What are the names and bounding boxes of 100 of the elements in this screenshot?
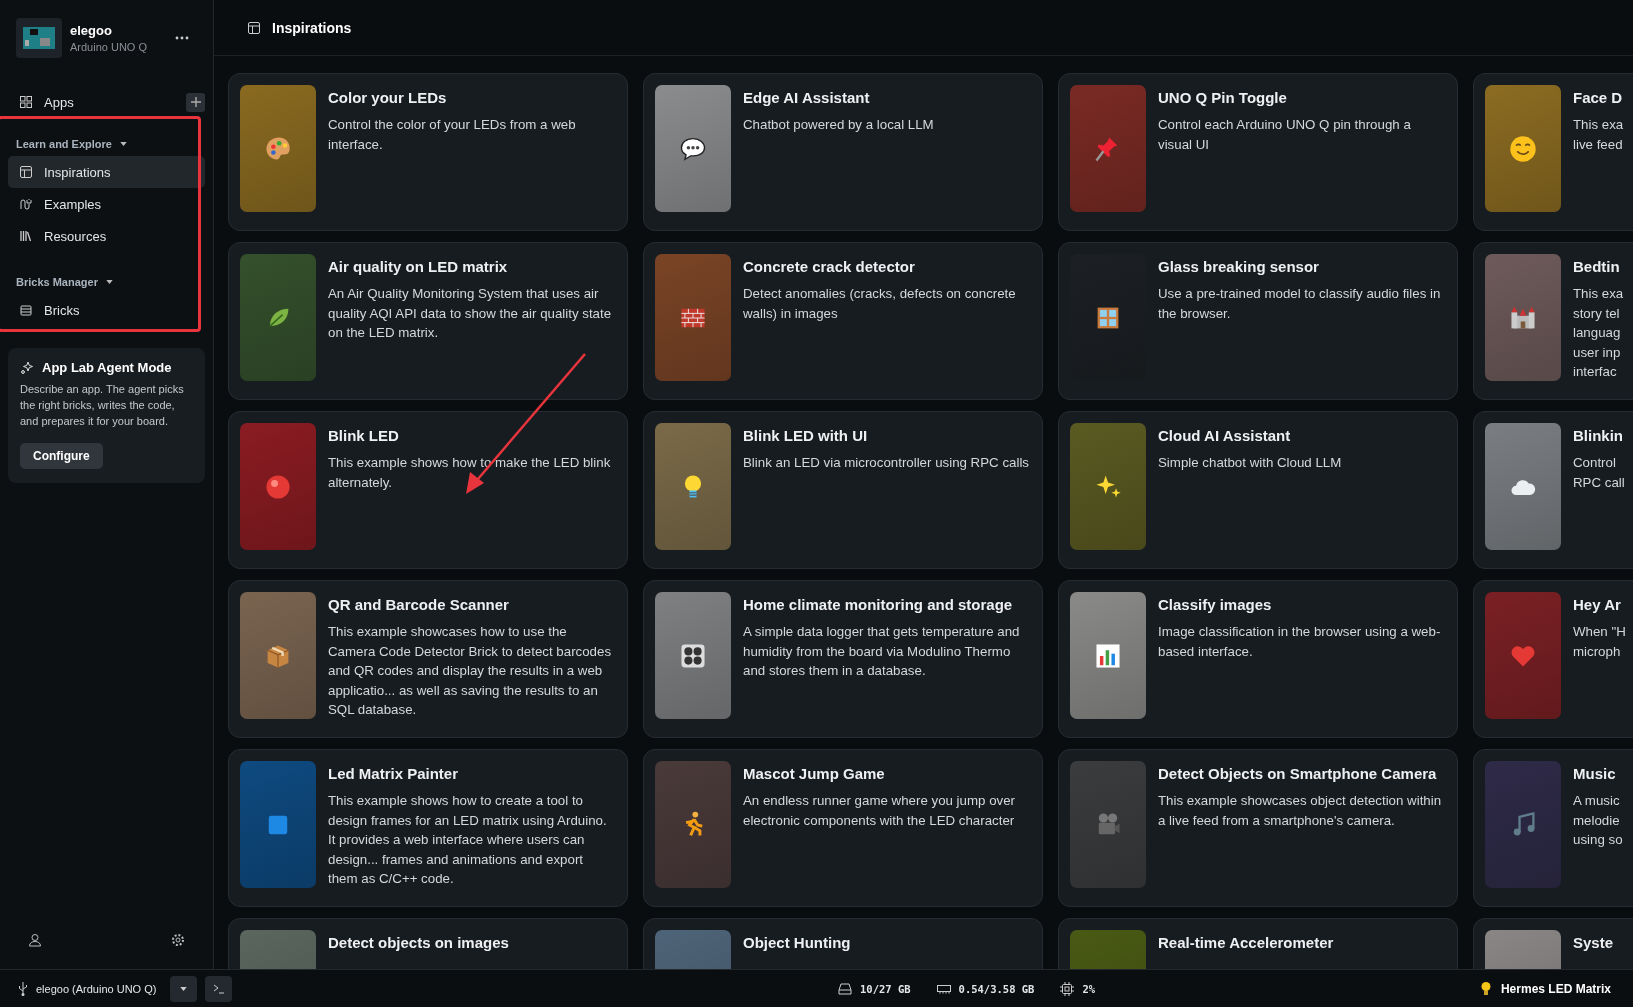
section-title[interactable]: Learn and Explore — [16, 138, 112, 150]
app-card[interactable]: Music A music melodie using so — [1473, 749, 1633, 907]
card-description: Control RPC call — [1573, 454, 1626, 492]
card-description: Blink an LED via microcontroller using RPC calls — [743, 454, 1030, 472]
card-title: Real-time Accelerometer — [1158, 934, 1335, 951]
app-card[interactable]: Detect objects on images — [228, 918, 628, 969]
app-card[interactable]: UNO Q Pin Toggle Control each Arduino UNO Q pin through a visual UI — [1058, 73, 1458, 231]
card-title: Concrete crack detector — [743, 258, 916, 275]
section-title[interactable]: Bricks Manager — [16, 276, 98, 288]
card-description: Simple chatbot with Cloud LLM — [1158, 454, 1343, 472]
card-description: This exa story tel languag user inp interfac — [1573, 285, 1625, 381]
app-card[interactable]: Home climate monitoring and storage A simple data logger that gets temperature and humidity from the board via Modulino Thermo and stores them in a database. — [643, 580, 1043, 738]
card-description: This exa live feed — [1573, 116, 1625, 154]
grid-icon — [20, 96, 32, 108]
card-description: An endless runner game where you jump over electronic components with the LED character — [743, 792, 1016, 830]
plug-icon — [20, 198, 32, 210]
terminal-icon — [212, 984, 225, 994]
caret-icon[interactable] — [120, 142, 127, 146]
card-description: Image classification in the browser using a web-based interface. — [1158, 623, 1442, 661]
memory-icon — [936, 984, 951, 994]
usb-icon — [18, 982, 28, 996]
card-title: Detect objects on images — [328, 934, 510, 951]
add-button[interactable] — [186, 92, 205, 112]
card-description: Control each Arduino UNO Q pin through a visual UI — [1158, 116, 1412, 154]
card-description: Chatbot powered by a local LLM — [743, 116, 935, 134]
app-card[interactable]: Object Hunting — [643, 918, 1043, 969]
card-title: Edge AI Assistant — [743, 89, 871, 106]
running-app: Hermes LED Matrix — [1500, 982, 1611, 996]
app-card[interactable]: Detect Objects on Smartphone Camera This example showcases object detection within a live feed from a smartphone's camera. — [1058, 749, 1458, 907]
card-title: Mascot Jump Game — [743, 765, 886, 782]
card-title: Blink LED with UI — [743, 427, 869, 444]
sparkle-icon — [20, 360, 34, 375]
app-card[interactable] — [228, 580, 628, 738]
brick-icon — [20, 304, 32, 316]
agent-title: App Lab Agent Mode — [42, 360, 172, 375]
card-title: Blinkin — [1573, 427, 1624, 444]
card-title: Hey Ar — [1573, 596, 1622, 613]
app-card[interactable]: Syste — [1473, 918, 1633, 969]
app-card[interactable]: Mascot Jump Game An endless runner game where you jump over electronic components with the LED character — [643, 749, 1043, 907]
card-title: Cloud AI Assistant — [1158, 427, 1292, 444]
memory-usage: 0.54/3.58 GB — [958, 983, 1035, 995]
card-title: Music — [1573, 765, 1617, 782]
card-description: A simple data logger that gets temperature and humidity from the board via Modulino Thermo and stores them in a database. — [743, 623, 1021, 680]
drive-icon — [838, 983, 852, 995]
app-card[interactable]: Bedtin This exa story tel languag user inp interfac — [1473, 242, 1633, 400]
settings-icon[interactable] — [171, 933, 185, 947]
caret-icon — [180, 987, 188, 991]
user-icon[interactable] — [28, 933, 42, 947]
nav-item[interactable]: Examples — [8, 188, 205, 220]
app-card[interactable]: Cloud AI Assistant Simple chatbot with Cloud LLM — [1058, 411, 1458, 569]
bulb-icon — [1480, 981, 1491, 997]
app-card[interactable]: Real-time Accelerometer — [1058, 918, 1458, 969]
smiley-icon — [1508, 133, 1538, 164]
card-title: Glass breaking sensor — [1158, 258, 1320, 275]
table-icon — [248, 21, 260, 34]
card-title: Object Hunting — [743, 934, 852, 951]
board-logo-icon — [16, 18, 62, 58]
cpu-usage: 2% — [1082, 983, 1096, 995]
apps-item[interactable]: Apps — [8, 86, 86, 118]
more-icon[interactable] — [175, 36, 189, 40]
app-card[interactable]: Face D This exa live feed — [1473, 73, 1633, 231]
terminal-button[interactable] — [205, 976, 233, 1002]
nav-item[interactable]: Bricks — [8, 294, 205, 326]
app-card[interactable]: Edge AI Assistant Chatbot powered by a local LLM — [643, 73, 1043, 231]
apps-label[interactable]: Apps — [44, 94, 74, 110]
card-title: Face D — [1573, 89, 1624, 106]
caret-icon[interactable] — [105, 280, 113, 284]
app-card[interactable] — [228, 749, 628, 907]
card-description: A music melodie using so — [1573, 792, 1624, 849]
card-title: Classify images — [1158, 596, 1273, 613]
card-description: Detect anomalies (cracks, defects on concrete walls) in images — [743, 285, 1017, 323]
app-card[interactable]: Air quality on LED matrix An Air Quality Monitoring System that uses air quality AQI API data to show the air quality state on the LED matrix. — [228, 242, 628, 400]
plus-icon — [189, 96, 202, 108]
app-card[interactable]: Hey Ar When "H microph — [1473, 580, 1633, 738]
storage-usage: 10/27 GB — [860, 983, 911, 995]
card-title: Detect Objects on Smartphone Camera — [1158, 765, 1438, 782]
app-card[interactable]: Glass breaking sensor Use a pre-trained model to classify audio files in the browser. — [1058, 242, 1458, 400]
device-dropdown[interactable] — [170, 976, 198, 1002]
card-title: UNO Q Pin Toggle — [1158, 89, 1288, 106]
card-description: When "H microph — [1573, 623, 1627, 661]
card-title: Led Matrix Painter — [328, 765, 460, 782]
app-card[interactable]: Blinkin Control RPC call — [1473, 411, 1633, 569]
table-icon — [20, 166, 32, 178]
cpu-icon — [1060, 982, 1075, 996]
configure-button[interactable]: Configure — [20, 443, 103, 469]
card-title: Syste — [1573, 934, 1615, 951]
device-name: elegoo — [70, 23, 113, 38]
app-card[interactable]: Concrete crack detector Detect anomalies (cracks, defects on concrete walls) in images — [643, 242, 1043, 400]
page-title: Inspirations — [272, 19, 352, 36]
card-description: Use a pre-trained model to classify audio files in the browser. — [1158, 285, 1442, 323]
books-icon — [20, 230, 32, 242]
app-card[interactable]: Classify images Image classification in the browser using a web-based interface. — [1058, 580, 1458, 738]
card-title: Air quality on LED matrix — [328, 258, 509, 275]
app-card[interactable]: Blink LED with UI Blink an LED via microcontroller using RPC calls — [643, 411, 1043, 569]
card-title: Bedtin — [1573, 258, 1621, 275]
agent-description: Describe an app. The agent picks the right bricks, writes the code, and prepares it for your board. — [20, 382, 185, 429]
nav-item[interactable]: Inspirations — [8, 156, 205, 188]
nav-item[interactable]: Resources — [8, 220, 205, 252]
app-card[interactable]: Color your LEDs Control the color of your LEDs from a web interface. — [228, 73, 628, 231]
device-label: elegoo (Arduino UNO Q) — [36, 983, 157, 995]
